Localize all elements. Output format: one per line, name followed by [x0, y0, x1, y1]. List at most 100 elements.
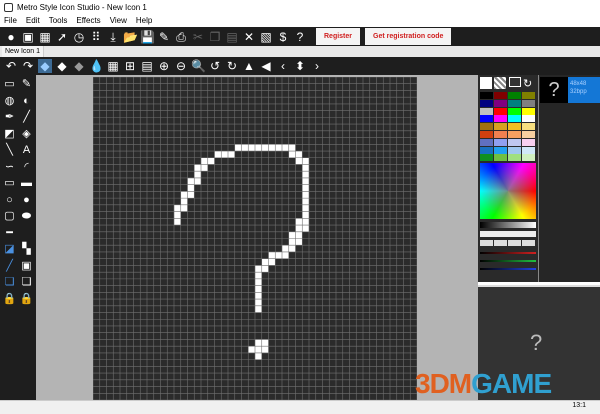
reset-colors-icon[interactable]: ↻	[523, 77, 535, 90]
open-icon[interactable]: 📂	[123, 30, 138, 44]
icon-pixel[interactable]	[288, 231, 296, 239]
pen-icon[interactable]: ✒	[1, 110, 18, 126]
icon-pixel[interactable]	[201, 157, 208, 165]
help-icon[interactable]: ?	[293, 30, 307, 44]
swap-colors-icon[interactable]	[509, 77, 521, 87]
eraser-color-icon[interactable]: ◍	[1, 94, 18, 110]
delete-icon[interactable]: ✕	[242, 30, 256, 44]
menu-tools[interactable]: Tools	[49, 16, 68, 25]
palette-swatch[interactable]	[508, 131, 521, 138]
shift-updown-icon[interactable]: ⬍	[293, 59, 307, 73]
icon-pixel[interactable]	[295, 231, 303, 239]
tab-new-icon-1[interactable]: New Icon 1	[2, 46, 45, 57]
palette-swatch[interactable]	[508, 146, 521, 154]
icon-pixel[interactable]	[282, 144, 289, 152]
edit-icon[interactable]: ✎	[157, 30, 171, 44]
alpha-slider[interactable]	[480, 231, 536, 237]
icon-pixel[interactable]	[268, 251, 276, 259]
icon-pixel[interactable]	[288, 238, 296, 246]
menu-help[interactable]: Help	[136, 16, 152, 25]
filled-rectangle-icon[interactable]: ▬	[18, 176, 35, 192]
replace-color-icon[interactable]: ◈	[18, 127, 35, 143]
icon-pixel[interactable]	[261, 346, 269, 353]
palette-swatch[interactable]	[522, 115, 535, 123]
palette-swatch[interactable]	[522, 123, 535, 131]
palette-swatch[interactable]	[522, 92, 535, 99]
palette-swatch[interactable]	[508, 154, 521, 162]
grid-fine-icon[interactable]: ▦	[106, 59, 120, 73]
shift-left-icon[interactable]: ‹	[276, 59, 290, 73]
icon-pixel[interactable]	[255, 346, 262, 353]
palette-swatch[interactable]	[480, 131, 493, 138]
icon-pixel[interactable]	[180, 204, 188, 212]
palette-swatch[interactable]	[508, 138, 521, 146]
icon-pixel[interactable]	[255, 272, 262, 279]
icon-pixel[interactable]	[214, 151, 222, 158]
color-wheel[interactable]	[480, 163, 536, 219]
icon-pixel[interactable]	[261, 258, 269, 266]
layers-gray-icon[interactable]: ❏	[18, 275, 35, 291]
red-slider[interactable]	[480, 252, 536, 254]
icon-pixel[interactable]	[201, 164, 208, 172]
icon-pixel[interactable]	[302, 184, 309, 192]
icon-pixel[interactable]	[180, 191, 188, 199]
icon-edit-grid[interactable]	[93, 77, 417, 400]
icon-pixel[interactable]	[207, 157, 215, 165]
palette-swatch[interactable]	[494, 138, 507, 146]
palette-swatch[interactable]	[480, 99, 493, 107]
palette-swatch[interactable]	[494, 107, 507, 115]
register-button[interactable]: Register	[316, 28, 361, 45]
grid-coarse-icon[interactable]: ▤	[140, 59, 154, 73]
zoom-in-icon[interactable]: ⊕	[157, 59, 171, 73]
palette-swatch[interactable]	[522, 131, 535, 138]
icon-pixel[interactable]	[255, 265, 262, 273]
icon-pixel[interactable]	[248, 144, 255, 152]
icon-pixel[interactable]	[288, 151, 296, 158]
icon-pixel[interactable]	[282, 245, 289, 252]
icon-pixel[interactable]	[255, 352, 262, 360]
icon-pixel[interactable]	[255, 278, 262, 286]
icon-pixel[interactable]	[174, 211, 181, 219]
pattern-icon[interactable]: ▚	[18, 242, 35, 258]
filled-ellipse-icon[interactable]: ●	[18, 193, 35, 209]
icon-pixel[interactable]	[302, 157, 309, 165]
green-slider[interactable]	[480, 260, 536, 262]
properties-icon[interactable]: ▧	[259, 30, 273, 44]
icon-pixel[interactable]	[255, 144, 262, 152]
palette-swatch[interactable]	[480, 107, 493, 115]
new-library-icon[interactable]: ▦	[38, 30, 52, 44]
zoom-actual-icon[interactable]: 🔍	[191, 59, 206, 73]
icon-pixel[interactable]	[302, 191, 309, 199]
icon-pixel[interactable]	[302, 225, 309, 232]
import-icon[interactable]: ⤓	[106, 30, 120, 44]
cut-icon[interactable]: ✂	[191, 30, 205, 44]
palette-swatch[interactable]	[480, 154, 493, 162]
icon-pixel[interactable]	[295, 238, 303, 246]
icon-pixel[interactable]	[282, 251, 289, 259]
transparency-icon[interactable]: 💧	[89, 59, 104, 73]
palette-swatch[interactable]	[508, 107, 521, 115]
icon-pixel[interactable]	[295, 225, 303, 232]
save-icon[interactable]: 💾	[140, 30, 155, 44]
icon-pixel[interactable]	[302, 164, 309, 172]
get-registration-code-button[interactable]: Get registration code	[365, 28, 452, 45]
palette-swatch[interactable]	[508, 99, 521, 107]
eraser-icon[interactable]: ◐	[18, 94, 35, 110]
new-cursor-icon[interactable]: ➚	[55, 30, 69, 44]
view-3d-white-icon[interactable]: ◆	[55, 59, 69, 73]
palette-swatch[interactable]	[480, 138, 493, 146]
format-thumbnail[interactable]: ?	[540, 77, 568, 103]
layers-blue-icon[interactable]: ❏	[1, 275, 18, 291]
menu-file[interactable]: File	[4, 16, 17, 25]
palette-swatch[interactable]	[494, 123, 507, 131]
new-animated-cursor-icon[interactable]: ◷	[72, 30, 86, 44]
palette-swatch[interactable]	[480, 115, 493, 123]
menu-view[interactable]: View	[110, 16, 127, 25]
view-3d-gray-icon[interactable]: ◆	[72, 59, 86, 73]
filled-rounded-rect-icon[interactable]: ⬬	[18, 209, 35, 225]
icon-pixel[interactable]	[268, 144, 276, 152]
palette-swatch[interactable]	[522, 154, 535, 162]
menu-effects[interactable]: Effects	[76, 16, 100, 25]
recent-colors[interactable]	[480, 240, 536, 246]
grid-medium-icon[interactable]: ⊞	[123, 59, 137, 73]
